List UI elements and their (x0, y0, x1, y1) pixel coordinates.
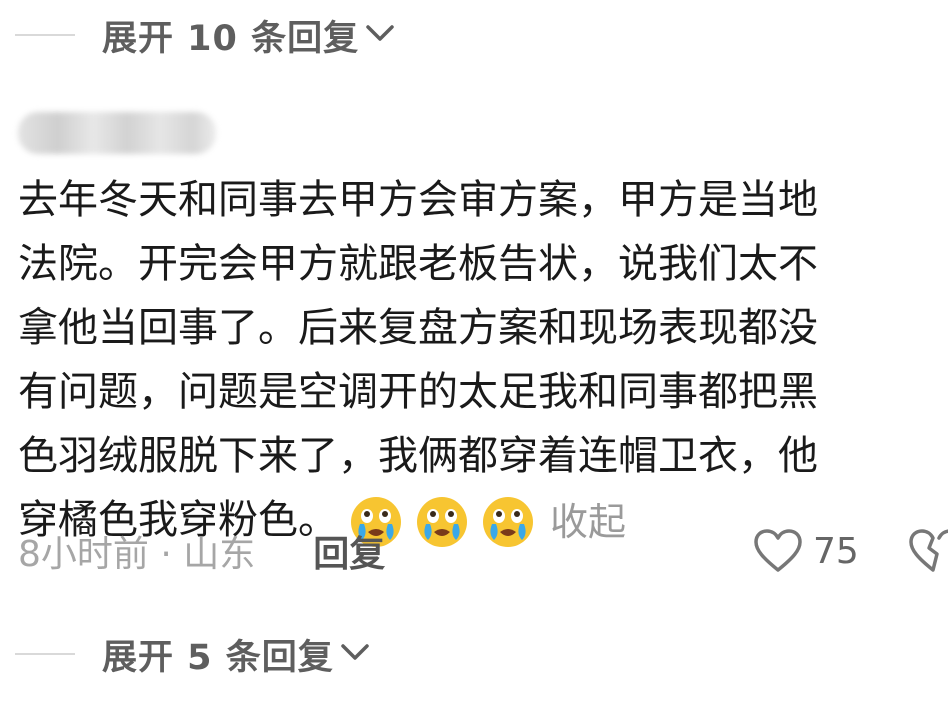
like-count: 75 (813, 530, 859, 572)
expand-replies-bottom[interactable]: 展开 5 条回复 (0, 624, 370, 684)
divider-line (15, 34, 75, 36)
like-button[interactable]: 75 (753, 528, 859, 574)
expand-replies-top[interactable]: 展开 10 条回复 (0, 5, 395, 65)
comment-line: 有问题，问题是空调开的太足我和同事都把黑 (18, 369, 818, 415)
chevron-down-icon (365, 22, 395, 48)
broken-heart-icon (909, 529, 948, 572)
comment-body: 去年冬天和同事去甲方会审方案，甲方是当地 法院。开完会甲方就跟老板告状，说我们太… (18, 168, 938, 552)
comment-meta: 8小时前 · 山东 回复 75 (18, 522, 948, 580)
chevron-down-icon (340, 641, 370, 667)
reply-button[interactable]: 回复 (313, 525, 385, 577)
comment-line: 法院。开完会甲方就跟老板告状，说我们太不 (18, 241, 818, 287)
dislike-button[interactable] (908, 528, 948, 578)
comment-line: 色羽绒服脱下来了，我俩都穿着连帽卫衣，他 (18, 433, 818, 479)
comment-line: 拿他当回事了。后来复盘方案和现场表现都没 (18, 305, 818, 351)
divider-line (15, 653, 75, 655)
expand-replies-label: 展开 10 条回复 (102, 18, 360, 59)
expand-replies-label: 展开 5 条回复 (102, 637, 334, 678)
username-blurred[interactable] (18, 112, 216, 154)
comment-line: 去年冬天和同事去甲方会审方案，甲方是当地 (18, 177, 818, 223)
time-location: 8小时前 · 山东 (18, 534, 256, 575)
heart-icon (754, 529, 802, 572)
